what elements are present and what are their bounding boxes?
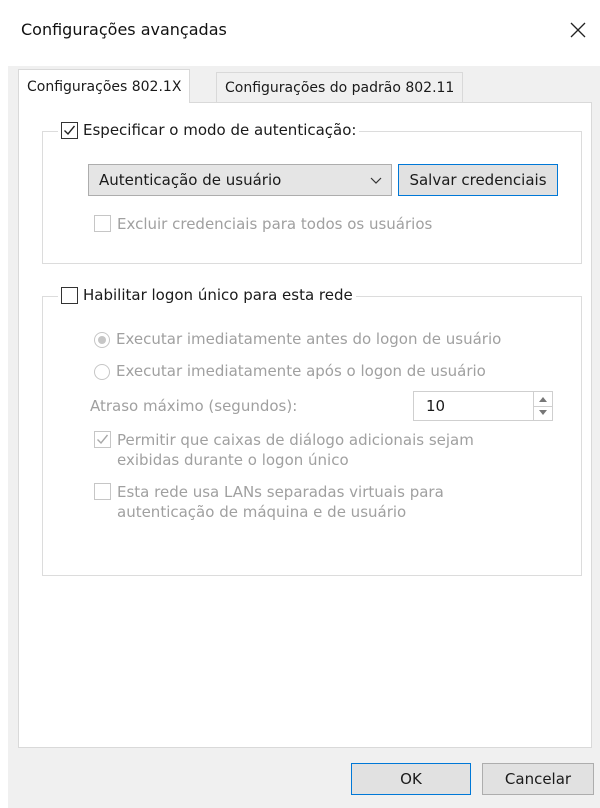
tab-802-11-settings[interactable]: Configurações do padrão 802.11 xyxy=(216,72,464,102)
spin-down-button[interactable] xyxy=(534,407,552,421)
before-logon-label: Executar imediatamente antes do logon de… xyxy=(116,330,502,348)
ok-label: OK xyxy=(400,770,422,788)
radio-button xyxy=(94,332,110,348)
max-delay-label: Atraso máximo (segundos): xyxy=(90,397,298,415)
checkbox-box xyxy=(94,215,111,232)
close-button[interactable] xyxy=(562,14,594,46)
auth-mode-selected: Autenticação de usuário xyxy=(99,171,282,189)
auth-mode-dropdown[interactable]: Autenticação de usuário xyxy=(88,164,392,196)
tab-802-1x-settings[interactable]: Configurações 802.1X xyxy=(18,69,191,103)
save-credentials-button[interactable]: Salvar credenciais xyxy=(398,164,558,196)
dialog-body: Configurações 802.1X Configurações do pa… xyxy=(8,66,600,808)
delete-credentials-label: Excluir credenciais para todos os usuári… xyxy=(117,215,433,233)
checkbox-box xyxy=(61,286,78,304)
specify-auth-mode-checkbox[interactable]: Especificar o modo de autenticação: xyxy=(58,121,360,139)
checkmark-icon xyxy=(97,434,109,445)
spin-up-button[interactable] xyxy=(534,392,552,407)
before-logon-radio[interactable]: Executar imediatamente antes do logon de… xyxy=(94,330,501,348)
checkbox-box xyxy=(61,121,78,139)
virtual-lans-label: Esta rede usa LANs separadas virtuais pa… xyxy=(117,483,444,521)
window-title: Configurações avançadas xyxy=(21,20,227,39)
auth-group-box xyxy=(42,131,582,264)
spinner-buttons xyxy=(533,392,552,420)
ok-button[interactable]: OK xyxy=(351,763,471,795)
enable-sso-checkbox[interactable]: Habilitar logon único para esta rede xyxy=(58,286,356,304)
cancel-button[interactable]: Cancelar xyxy=(482,763,594,795)
max-delay-row: Atraso máximo (segundos): xyxy=(90,397,297,415)
cancel-label: Cancelar xyxy=(504,770,572,788)
chevron-down-icon xyxy=(370,177,382,184)
checkmark-icon xyxy=(64,125,76,135)
radio-button xyxy=(94,364,110,380)
max-delay-value: 10 xyxy=(426,397,446,415)
save-credentials-label: Salvar credenciais xyxy=(409,171,547,189)
chevron-up-icon xyxy=(539,396,547,402)
specify-auth-mode-label: Especificar o modo de autenticação: xyxy=(83,121,357,139)
allow-dialogs-checkbox[interactable]: Permitir que caixas de diálogo adicionai… xyxy=(94,430,494,470)
max-delay-spinner[interactable]: 10 xyxy=(413,391,553,421)
checkbox-box xyxy=(94,483,111,500)
tab-label: Configurações do padrão 802.11 xyxy=(225,79,455,96)
enable-sso-label: Habilitar logon único para esta rede xyxy=(83,286,353,304)
chevron-down-icon xyxy=(539,410,547,416)
after-logon-label: Executar imediatamente após o logon de u… xyxy=(116,362,486,380)
close-icon xyxy=(570,22,586,38)
delete-credentials-checkbox[interactable]: Excluir credenciais para todos os usuári… xyxy=(94,215,432,233)
radio-dot xyxy=(98,336,106,344)
virtual-lans-checkbox[interactable]: Esta rede usa LANs separadas virtuais pa… xyxy=(94,482,494,522)
allow-dialogs-label: Permitir que caixas de diálogo adicionai… xyxy=(117,431,474,469)
checkbox-box xyxy=(94,431,111,448)
after-logon-radio[interactable]: Executar imediatamente após o logon de u… xyxy=(94,362,486,380)
title-bar: Configurações avançadas xyxy=(0,0,600,66)
tab-label: Configurações 802.1X xyxy=(27,78,182,95)
